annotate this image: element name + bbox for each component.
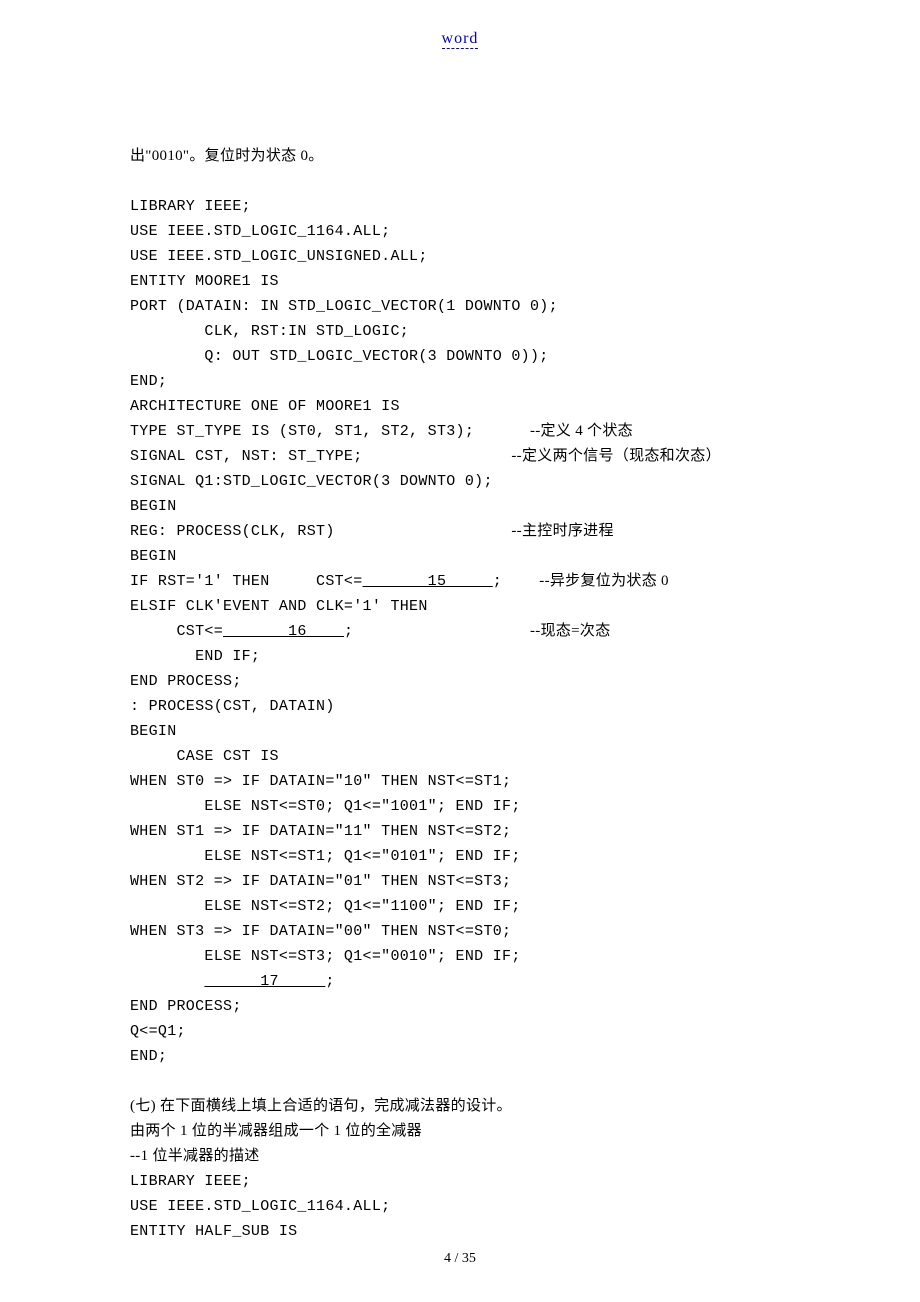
code-line: WHEN ST2 => IF DATAIN="01" THEN NST<=ST3… <box>130 873 511 890</box>
code-line: ENTITY MOORE1 IS <box>130 273 279 290</box>
code-line: CASE CST IS <box>130 748 279 765</box>
blank-15: 15 <box>363 569 493 594</box>
code-line: ; <box>344 623 530 640</box>
code-line: END PROCESS; <box>130 673 242 690</box>
code-line: TYPE ST_TYPE IS (ST0, ST1, ST2, ST3); <box>130 423 530 440</box>
code-line: WHEN ST0 => IF DATAIN="10" THEN NST<=ST1… <box>130 773 511 790</box>
page-number: 4 / 35 <box>444 1251 476 1266</box>
header: word <box>130 30 790 89</box>
blank-17: 17 <box>204 969 325 994</box>
document-content: 出"0010"。复位时为状态 0。 LIBRARY IEEE; USE IEEE… <box>130 144 790 1244</box>
header-link[interactable]: word <box>442 30 479 49</box>
code-line: LIBRARY IEEE; <box>130 1173 251 1190</box>
code-line: LIBRARY IEEE; <box>130 198 251 215</box>
page-footer: 4 / 35 <box>0 1251 920 1267</box>
code-line: USE IEEE.STD_LOGIC_1164.ALL; <box>130 223 390 240</box>
code-line: ; <box>325 973 334 990</box>
intro-line: 出"0010"。复位时为状态 0。 <box>130 148 324 164</box>
code-line: Q: OUT STD_LOGIC_VECTOR(3 DOWNTO 0)); <box>130 348 549 365</box>
code-line: ELSE NST<=ST2; Q1<="1100"; END IF; <box>130 898 521 915</box>
code-line: USE IEEE.STD_LOGIC_UNSIGNED.ALL; <box>130 248 428 265</box>
comment: --现态=次态 <box>530 623 611 639</box>
code-line: ELSE NST<=ST1; Q1<="0101"; END IF; <box>130 848 521 865</box>
code-line: Q<=Q1; <box>130 1023 186 1040</box>
code-line: END; <box>130 1048 167 1065</box>
code-line: CLK, RST:IN STD_LOGIC; <box>130 323 409 340</box>
code-line: SIGNAL Q1:STD_LOGIC_VECTOR(3 DOWNTO 0); <box>130 473 493 490</box>
code-line: WHEN ST1 => IF DATAIN="11" THEN NST<=ST2… <box>130 823 511 840</box>
comment: --定义 4 个状态 <box>530 423 633 439</box>
code-line: END PROCESS; <box>130 998 242 1015</box>
document-page: word 出"0010"。复位时为状态 0。 LIBRARY IEEE; USE… <box>0 0 920 1302</box>
code-line: CST<= <box>130 623 223 640</box>
code-line: WHEN ST3 => IF DATAIN="00" THEN NST<=ST0… <box>130 923 511 940</box>
code-line: IF RST='1' THEN CST<= <box>130 573 363 590</box>
code-line: : PROCESS(CST, DATAIN) <box>130 698 335 715</box>
code-line <box>130 973 204 990</box>
code-line: ELSIF CLK'EVENT AND CLK='1' THEN <box>130 598 428 615</box>
blank-16: 16 <box>223 619 344 644</box>
code-line: SIGNAL CST, NST: ST_TYPE; <box>130 448 511 465</box>
code-line: BEGIN <box>130 723 177 740</box>
code-line: ; <box>493 573 540 590</box>
code-line: ARCHITECTURE ONE OF MOORE1 IS <box>130 398 400 415</box>
code-line: PORT (DATAIN: IN STD_LOGIC_VECTOR(1 DOWN… <box>130 298 558 315</box>
code-line: ELSE NST<=ST0; Q1<="1001"; END IF; <box>130 798 521 815</box>
comment: --1 位半减器的描述 <box>130 1148 260 1164</box>
comment: --主控时序进程 <box>511 523 613 539</box>
section-7-title: (七) 在下面横线上填上合适的语句，完成减法器的设计。 <box>130 1098 512 1114</box>
code-line: END IF; <box>130 648 260 665</box>
code-line: BEGIN <box>130 498 177 515</box>
comment: --定义两个信号（现态和次态） <box>511 448 721 464</box>
section-7-sub: 由两个 1 位的半减器组成一个 1 位的全减器 <box>130 1123 422 1139</box>
code-line: USE IEEE.STD_LOGIC_1164.ALL; <box>130 1198 390 1215</box>
comment: --异步复位为状态 0 <box>539 573 669 589</box>
code-line: REG: PROCESS(CLK, RST) <box>130 523 511 540</box>
code-line: ENTITY HALF_SUB IS <box>130 1223 297 1240</box>
code-line: END; <box>130 373 167 390</box>
code-line: BEGIN <box>130 548 177 565</box>
code-line: ELSE NST<=ST3; Q1<="0010"; END IF; <box>130 948 521 965</box>
